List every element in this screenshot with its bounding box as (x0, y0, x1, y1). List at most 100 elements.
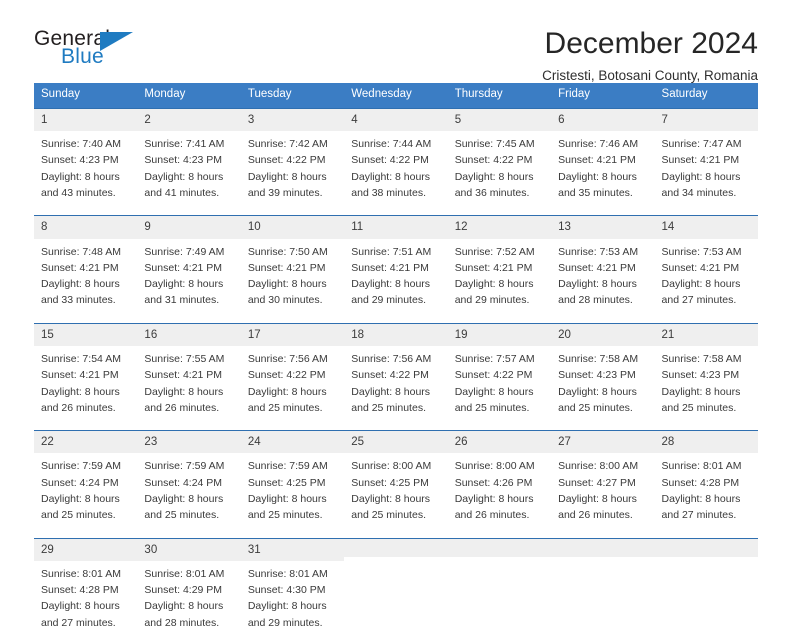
calendar-day-cell[interactable]: 18 Sunrise: 7:56 AM Sunset: 4:22 PM Dayligh… (344, 323, 448, 416)
calendar-day-cell[interactable]: 29 Sunrise: 8:01 AM Sunset: 4:28 PM Dayligh… (34, 538, 138, 631)
page-title: December 2024 (544, 27, 758, 60)
sunrise-text: Sunrise: 7:59 AM (144, 460, 225, 473)
calendar-day-cell-empty (654, 538, 758, 631)
sunset-text: Sunset: 4:21 PM (454, 261, 533, 274)
day-number: 2 (137, 108, 241, 132)
day-details: Sunrise: 7:59 AM Sunset: 4:24 PM Daylight:… (34, 453, 137, 523)
calendar-day-cell[interactable]: 28 Sunrise: 8:01 AM Sunset: 4:28 PM Dayligh… (654, 431, 758, 523)
calendar-day-cell[interactable]: 3 Sunrise: 7:42 AM Sunset: 4:22 PM Daylight… (240, 108, 345, 201)
sunset-text: Sunset: 4:21 PM (41, 369, 119, 382)
calendar-day-cell[interactable]: 16 Sunrise: 7:55 AM Sunset: 4:21 PM Dayligh… (137, 323, 241, 416)
calendar-grid: Sunday Monday Tuesday Wednesday Thursday… (34, 83, 758, 631)
calendar-day-cell[interactable]: 31 Sunrise: 8:01 AM Sunset: 4:30 PM Dayligh… (240, 538, 345, 631)
daylight-text-line2: and 25 minutes. (144, 509, 220, 522)
title-block: December 2024 Cristesti, Botosani County… (154, 28, 758, 84)
daylight-text-line2: and 29 minutes. (247, 616, 323, 629)
calendar-day-cell[interactable]: 15 Sunrise: 7:54 AM Sunset: 4:21 PM Dayligh… (34, 323, 138, 416)
day-details: Sunrise: 7:49 AM Sunset: 4:21 PM Daylight:… (137, 239, 240, 309)
sunset-text: Sunset: 4:22 PM (247, 369, 326, 382)
calendar-day-cell[interactable]: 20 Sunrise: 7:58 AM Sunset: 4:23 PM Dayligh… (551, 323, 655, 416)
calendar-day-cell[interactable]: 8 Sunrise: 7:48 AM Sunset: 4:21 PM Daylight… (34, 216, 138, 308)
calendar-day-cell[interactable]: 7 Sunrise: 7:47 AM Sunset: 4:21 PM Daylight… (654, 108, 758, 201)
daylight-text-line2: and 35 minutes. (558, 186, 633, 199)
sunset-text: Sunset: 4:22 PM (454, 369, 533, 382)
calendar-day-cell[interactable]: 21 Sunrise: 7:58 AM Sunset: 4:23 PM Dayligh… (654, 323, 758, 416)
calendar-day-cell[interactable]: 6 Sunrise: 7:46 AM Sunset: 4:21 PM Daylight… (551, 108, 655, 201)
calendar-day-cell[interactable]: 25 Sunrise: 8:00 AM Sunset: 4:25 PM Dayligh… (344, 431, 448, 523)
day-number: 6 (551, 108, 655, 132)
sunrise-text: Sunrise: 7:42 AM (247, 138, 328, 151)
daylight-text-line1: Daylight: 8 hours (144, 600, 224, 613)
daylight-text-line2: and 28 minutes. (558, 294, 633, 307)
sunset-text: Sunset: 4:22 PM (454, 154, 533, 167)
day-details: Sunrise: 7:53 AM Sunset: 4:21 PM Daylight:… (551, 239, 654, 309)
daylight-text-line2: and 38 minutes. (351, 186, 426, 199)
daylight-text-line1: Daylight: 8 hours (558, 493, 637, 506)
calendar-day-cell[interactable]: 9 Sunrise: 7:49 AM Sunset: 4:21 PM Daylight… (137, 216, 241, 309)
sunrise-text: Sunrise: 7:51 AM (351, 245, 432, 258)
day-number: 13 (551, 216, 655, 239)
calendar-day-cell[interactable]: 14 Sunrise: 7:53 AM Sunset: 4:21 PM Dayligh… (654, 216, 758, 308)
calendar-day-cell[interactable]: 11 Sunrise: 7:51 AM Sunset: 4:21 PM Dayligh… (344, 216, 448, 308)
calendar-day-cell-empty (551, 538, 655, 631)
sunrise-text: Sunrise: 7:59 AM (41, 460, 121, 473)
calendar-day-cell[interactable]: 4 Sunrise: 7:44 AM Sunset: 4:22 PM Daylight… (344, 108, 448, 201)
day-number: 23 (137, 431, 241, 454)
weekday-header-thursday: Thursday (454, 88, 503, 100)
sunrise-text: Sunrise: 7:40 AM (41, 138, 121, 151)
calendar-day-cell[interactable]: 10 Sunrise: 7:50 AM Sunset: 4:21 PM Dayligh… (240, 216, 345, 308)
calendar-day-cell[interactable]: 26 Sunrise: 8:00 AM Sunset: 4:26 PM Dayligh… (447, 431, 552, 523)
daylight-text-line1: Daylight: 8 hours (247, 385, 327, 398)
calendar-day-cell[interactable]: 17 Sunrise: 7:56 AM Sunset: 4:22 PM Dayligh… (240, 323, 345, 416)
calendar-day-cell[interactable]: 27 Sunrise: 8:00 AM Sunset: 4:27 PM Dayligh… (551, 431, 655, 523)
day-number (447, 538, 552, 557)
sunrise-text: Sunrise: 7:56 AM (247, 353, 328, 366)
calendar-day-cell[interactable]: 22 Sunrise: 7:59 AM Sunset: 4:24 PM Dayligh… (34, 431, 138, 523)
daylight-text-line2: and 34 minutes. (661, 186, 737, 199)
day-number: 9 (137, 216, 241, 239)
sunset-text: Sunset: 4:25 PM (247, 476, 326, 489)
sunset-text: Sunset: 4:23 PM (558, 369, 636, 382)
calendar-day-cell[interactable]: 24 Sunrise: 7:59 AM Sunset: 4:25 PM Dayligh… (240, 431, 345, 523)
calendar-day-cell[interactable]: 12 Sunrise: 7:52 AM Sunset: 4:21 PM Dayligh… (447, 216, 552, 308)
day-number: 28 (654, 431, 758, 454)
calendar-day-cell[interactable]: 5 Sunrise: 7:45 AM Sunset: 4:22 PM Daylight… (447, 108, 552, 201)
sunrise-text: Sunrise: 7:58 AM (558, 353, 639, 366)
sunset-text: Sunset: 4:29 PM (144, 584, 223, 597)
daylight-text-line1: Daylight: 8 hours (558, 385, 637, 398)
calendar-day-cell[interactable]: 1 Sunrise: 7:40 AM Sunset: 4:23 PM Daylight… (34, 108, 138, 201)
sunset-text: Sunset: 4:28 PM (661, 476, 740, 489)
daylight-text-line2: and 28 minutes. (144, 616, 220, 629)
sunrise-text: Sunrise: 7:52 AM (454, 245, 535, 258)
weekday-header-sunday: Sunday (41, 88, 81, 100)
daylight-text-line1: Daylight: 8 hours (661, 493, 741, 506)
sunrise-text: Sunrise: 8:00 AM (454, 460, 535, 473)
daylight-text-line1: Daylight: 8 hours (454, 493, 534, 506)
daylight-text-line1: Daylight: 8 hours (558, 170, 637, 183)
day-details: Sunrise: 7:56 AM Sunset: 4:22 PM Daylight:… (241, 346, 344, 416)
sunrise-text: Sunrise: 7:55 AM (144, 353, 225, 366)
daylight-text-line1: Daylight: 8 hours (144, 170, 224, 183)
sunrise-text: Sunrise: 7:49 AM (144, 245, 225, 258)
daylight-text-line2: and 41 minutes. (144, 186, 220, 199)
day-details: Sunrise: 7:54 AM Sunset: 4:21 PM Daylight:… (34, 346, 137, 416)
calendar-day-cell[interactable]: 30 Sunrise: 8:01 AM Sunset: 4:29 PM Dayligh… (137, 538, 241, 631)
daylight-text-line2: and 25 minutes. (247, 401, 323, 414)
calendar-day-cell[interactable]: 2 Sunrise: 7:41 AM Sunset: 4:23 PM Daylight… (137, 108, 241, 201)
general-blue-logo[interactable]: General Blue (34, 28, 154, 74)
calendar-day-cell[interactable]: 23 Sunrise: 7:59 AM Sunset: 4:24 PM Dayligh… (137, 431, 241, 523)
week-gap (34, 524, 758, 538)
day-number: 29 (34, 538, 138, 561)
day-details: Sunrise: 8:00 AM Sunset: 4:26 PM Daylight:… (448, 453, 551, 523)
daylight-text-line1: Daylight: 8 hours (661, 385, 741, 398)
calendar-day-cell[interactable]: 13 Sunrise: 7:53 AM Sunset: 4:21 PM Dayligh… (551, 216, 655, 309)
day-details: Sunrise: 7:42 AM Sunset: 4:22 PM Daylight:… (241, 131, 344, 201)
sunset-text: Sunset: 4:23 PM (41, 154, 119, 167)
daylight-text-line2: and 27 minutes. (661, 294, 737, 307)
sunset-text: Sunset: 4:22 PM (351, 369, 429, 382)
calendar-day-cell[interactable]: 19 Sunrise: 7:57 AM Sunset: 4:22 PM Dayligh… (447, 323, 552, 416)
sunrise-text: Sunrise: 7:53 AM (558, 245, 639, 258)
day-number: 30 (137, 538, 241, 561)
daylight-text-line2: and 29 minutes. (454, 294, 530, 307)
sunrise-text: Sunrise: 7:54 AM (41, 353, 121, 366)
